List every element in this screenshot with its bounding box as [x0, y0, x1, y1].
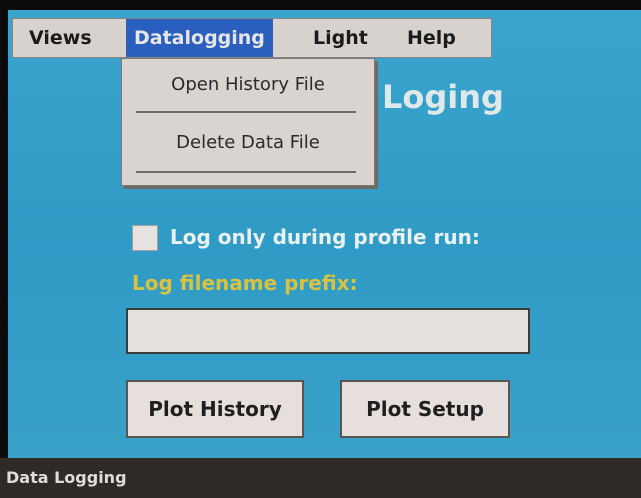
status-bar: Data Logging: [0, 458, 641, 498]
log-filename-prefix-input[interactable]: [126, 308, 530, 354]
menu-datalogging[interactable]: Datalogging: [126, 19, 273, 57]
datalogging-dropdown: Open History File Delete Data File: [121, 58, 375, 186]
checkbox-log-profile-label: Log only during profile run:: [170, 225, 480, 249]
menu-bar: Views Datalogging Light Help: [12, 18, 492, 58]
screen: Views Datalogging Light Help Loging Log …: [8, 10, 641, 480]
device-frame: Views Datalogging Light Help Loging Log …: [0, 0, 641, 498]
plot-history-button[interactable]: Plot History: [126, 380, 304, 438]
menu-open-history-file[interactable]: Open History File: [122, 65, 374, 105]
log-filename-prefix-label: Log filename prefix:: [132, 271, 358, 295]
menu-delete-data-file[interactable]: Delete Data File: [122, 123, 374, 163]
plot-setup-button[interactable]: Plot Setup: [340, 380, 510, 438]
menu-views[interactable]: Views: [21, 19, 100, 57]
menu-light[interactable]: Light: [305, 19, 376, 57]
status-text: Data Logging: [6, 468, 127, 487]
dropdown-separator: [136, 171, 356, 173]
dropdown-separator: [136, 111, 356, 113]
menu-help[interactable]: Help: [399, 19, 464, 57]
checkbox[interactable]: [132, 225, 158, 251]
page-title: Loging: [382, 78, 504, 116]
